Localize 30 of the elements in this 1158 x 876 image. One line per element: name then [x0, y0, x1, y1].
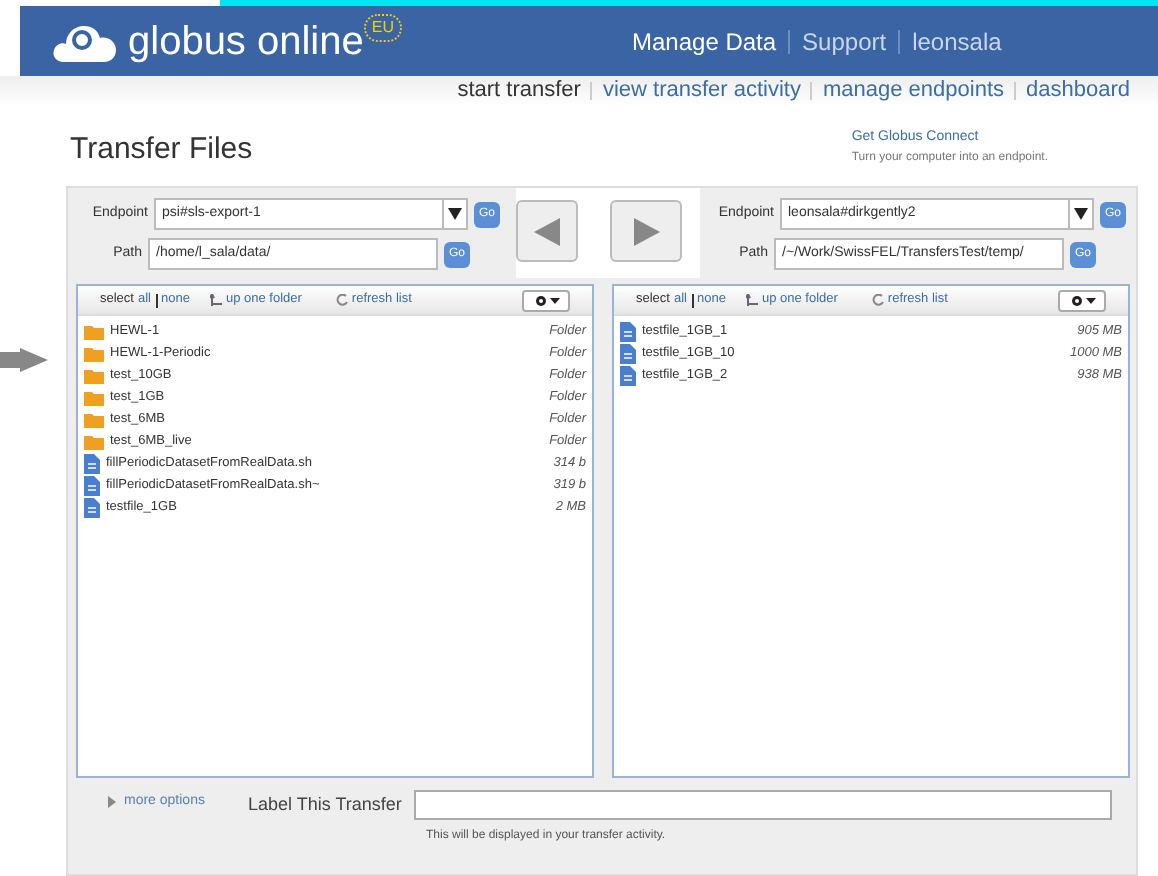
subnav-link[interactable]: manage endpoints	[822, 74, 1004, 108]
eu-badge: EU	[363, 14, 402, 42]
settings-icon	[1069, 293, 1083, 307]
nav-link[interactable]: Manage Data	[632, 23, 777, 59]
label-transfer-label: Label This Transfer	[248, 792, 402, 818]
pointer-arrow-icon	[0, 348, 48, 372]
subnav-link[interactable]: start transfer	[457, 74, 581, 108]
label-input-field[interactable]	[414, 790, 1112, 820]
page-title: Transfer Files	[70, 130, 253, 170]
logo-text: globus online	[128, 21, 364, 61]
up-arrow-icon	[745, 294, 758, 306]
refresh-icon	[335, 294, 348, 306]
dropdown-icon[interactable]	[1074, 208, 1088, 220]
left-arrow-icon	[534, 217, 560, 245]
gear-menu-button[interactable]	[1058, 289, 1106, 311]
refresh-icon	[871, 294, 884, 306]
nav-link[interactable]: Support	[802, 23, 887, 59]
expand-triangle-icon	[108, 796, 116, 809]
transfer-right-button[interactable]	[610, 200, 682, 262]
transfer-left-button[interactable]	[516, 200, 578, 262]
gear-menu-button[interactable]	[522, 289, 570, 311]
caret-icon	[549, 297, 559, 303]
caret-icon	[1085, 297, 1095, 303]
subnav-link[interactable]: dashboard	[1026, 74, 1130, 108]
nav-link[interactable]: leonsala	[912, 23, 1002, 59]
right-arrow-icon	[633, 217, 659, 245]
dropdown-icon[interactable]	[448, 208, 462, 220]
settings-icon	[533, 293, 547, 307]
subnav-link[interactable]: view transfer activity	[602, 74, 801, 108]
up-arrow-icon	[209, 294, 222, 306]
